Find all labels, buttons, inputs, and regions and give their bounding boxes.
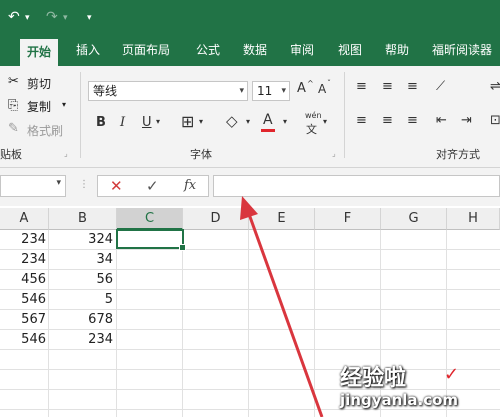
watermark-check-icon: ✓ [444,364,460,385]
arrow-head-icon [240,196,258,220]
watermark-url: jingyanla.com [340,391,459,409]
arrow-shaft [247,213,324,417]
watermark-title: 经验啦 [340,366,407,391]
annotation-arrow [240,196,324,417]
